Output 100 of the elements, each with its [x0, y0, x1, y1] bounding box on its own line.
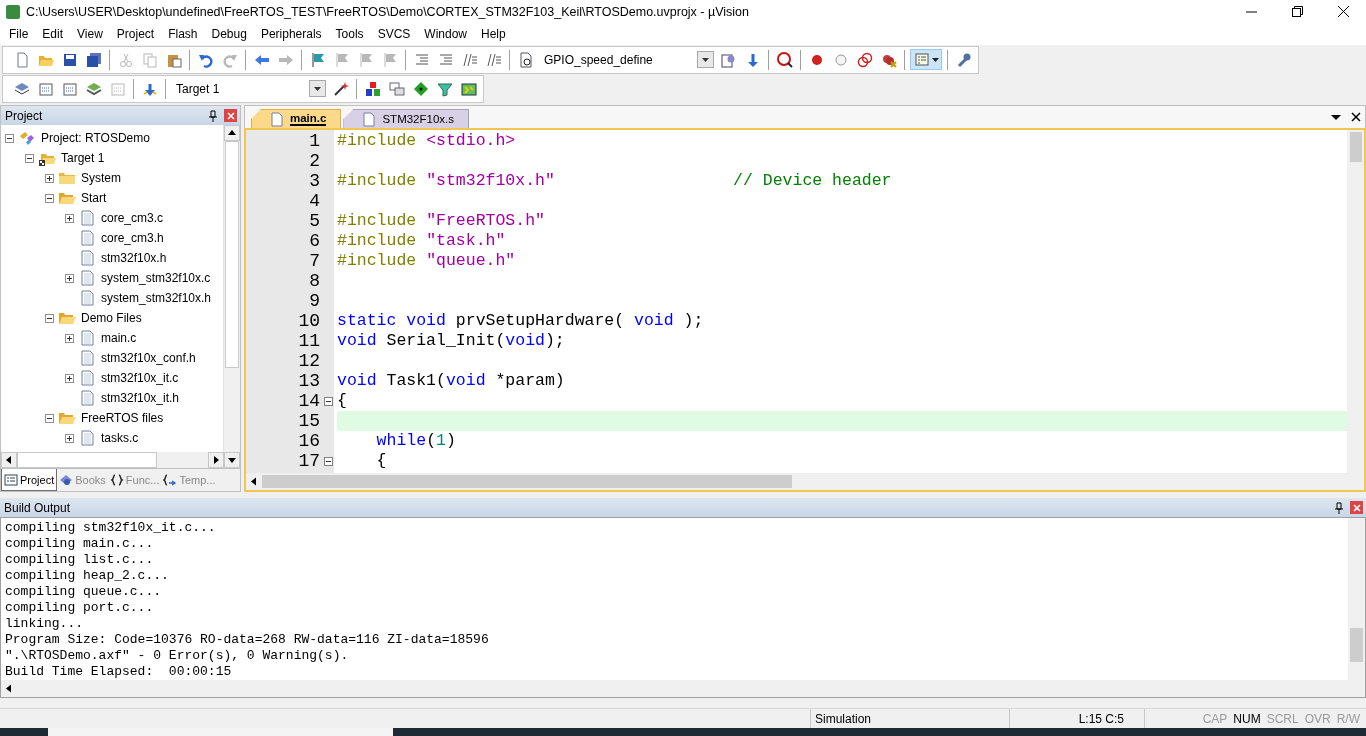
file-icon — [78, 270, 96, 286]
tree-item[interactable]: stm32f10x_it.c — [101, 371, 179, 385]
scroll-up-button[interactable] — [224, 125, 240, 141]
tree-item[interactable]: stm32f10x_it.h — [101, 391, 180, 405]
fold-toggle-icon[interactable] — [323, 456, 333, 466]
line-number: 7 — [309, 251, 321, 271]
expand-toggle[interactable] — [65, 373, 74, 383]
close-icon — [226, 111, 235, 120]
output-line: compiling main.c... — [5, 536, 155, 552]
tree-item[interactable]: main.c — [101, 331, 137, 345]
expand-toggle[interactable] — [65, 433, 74, 443]
collapse-toggle[interactable] — [45, 193, 54, 203]
plus-icon — [66, 334, 73, 342]
collapse-toggle[interactable] — [45, 413, 54, 423]
menu-item[interactable]: Window — [417, 25, 474, 43]
file-icon — [78, 230, 96, 246]
collapse-toggle[interactable] — [25, 153, 34, 163]
restore-icon — [1291, 6, 1303, 17]
caret-icon — [314, 86, 321, 91]
expand-toggle[interactable] — [65, 273, 74, 283]
fold-toggle-icon[interactable] — [323, 396, 333, 406]
collapse-toggle[interactable] — [5, 133, 14, 143]
expand-toggle[interactable] — [45, 173, 54, 183]
file-icon — [78, 250, 96, 266]
scrollbar[interactable] — [1348, 518, 1365, 680]
tree-item[interactable]: system_stm32f10x.c — [101, 271, 211, 285]
debug-magnifier-icon — [776, 51, 793, 68]
pin-icon[interactable] — [1334, 501, 1344, 514]
scrollbar[interactable] — [1, 680, 1365, 697]
tree-item[interactable]: System — [81, 171, 121, 185]
tree-item[interactable]: stm32f10x.h — [101, 251, 167, 265]
funnel-icon — [436, 80, 453, 97]
tree-item[interactable]: core_cm3.c — [101, 211, 164, 225]
stacked-windows-icon — [388, 80, 405, 97]
indent-icon — [437, 51, 454, 68]
line-number: 10 — [298, 311, 321, 331]
scrollbar[interactable] — [246, 473, 1364, 490]
plus-icon — [46, 174, 53, 182]
plus-icon — [66, 274, 73, 282]
file-icon — [78, 350, 96, 366]
scrollbar[interactable] — [223, 125, 240, 452]
output-line: Program Size: Code=10376 RO-data=268 RW-data=116 ZI-data=18596 — [5, 632, 490, 648]
expand-toggle[interactable] — [65, 333, 74, 343]
line-number: 11 — [298, 331, 321, 351]
tree-item[interactable]: Target 1 — [61, 151, 105, 165]
menu-item[interactable]: View — [70, 25, 110, 43]
save-icon — [61, 51, 78, 68]
scrollbar[interactable] — [1, 452, 240, 468]
wrench-icon — [955, 51, 972, 68]
arrow-left-icon — [250, 477, 258, 486]
file-icon — [78, 290, 96, 306]
file-tab[interactable]: STM32F10x.s — [343, 109, 469, 128]
pin-icon[interactable] — [208, 109, 218, 122]
code-line: #include "queue.h" — [337, 251, 517, 271]
flag-icon — [357, 51, 374, 68]
tree-item[interactable]: core_cm3.h — [101, 231, 164, 245]
scrollbar[interactable] — [1347, 130, 1364, 473]
panel-title: Project — [5, 108, 44, 123]
output-line: compiling port.c... — [5, 600, 155, 616]
scroll-left-button[interactable] — [1, 452, 17, 468]
open-folder-icon — [58, 190, 76, 206]
tree-item[interactable]: Project: RTOSDemo — [41, 131, 150, 145]
expand-toggle[interactable] — [65, 213, 74, 223]
toolbar-button[interactable] — [774, 49, 795, 70]
tree-item[interactable]: system_stm32f10x.h — [101, 291, 212, 305]
line-number: 16 — [298, 431, 321, 451]
tree-item[interactable]: stm32f10x_conf.h — [101, 351, 196, 365]
menu-item[interactable]: File — [2, 25, 36, 43]
scroll-right-button[interactable] — [208, 452, 224, 468]
tree-item[interactable]: Start — [81, 191, 107, 205]
book-icon — [59, 473, 74, 487]
menu-item[interactable]: Flash — [161, 25, 205, 43]
plus-icon — [66, 434, 73, 442]
tree-item[interactable]: Demo Files — [81, 311, 142, 325]
collapse-toggle[interactable] — [45, 313, 54, 323]
output-line: ".\RTOSDemo.axf" - 0 Error(s), 0 Warning(s). — [5, 648, 350, 664]
braces-icon — [109, 473, 124, 487]
comment-lines-icon — [485, 51, 502, 68]
plus-icon — [66, 374, 73, 382]
arrow-right-icon — [212, 456, 220, 464]
tree-item[interactable]: tasks.c — [101, 431, 139, 445]
toolbar-button[interactable] — [910, 49, 942, 70]
tree-item[interactable]: FreeRTOS files — [81, 411, 164, 425]
code-line: while(1) — [375, 431, 457, 451]
menu-item[interactable]: Help — [474, 25, 513, 43]
file-tab[interactable]: main.c — [251, 109, 342, 128]
app-logo — [6, 4, 20, 19]
menu-item[interactable]: Project — [109, 25, 162, 43]
line-number: 17 — [298, 451, 321, 471]
menu-item[interactable]: Tools — [328, 25, 371, 43]
scroll-down-button[interactable] — [224, 452, 240, 468]
panel-title: Build Output — [4, 500, 72, 515]
menu-item[interactable]: Peripherals — [253, 25, 329, 43]
cursor-position: L:15 C:5 — [1078, 711, 1124, 726]
menu-item[interactable]: Edit — [35, 25, 71, 43]
code-line: { — [375, 451, 388, 471]
menu-item[interactable]: SVCS — [370, 25, 418, 43]
menu-item[interactable]: Debug — [204, 25, 254, 43]
arrow-left-icon — [5, 456, 13, 464]
panel-tab[interactable]: Project — [1, 469, 58, 491]
